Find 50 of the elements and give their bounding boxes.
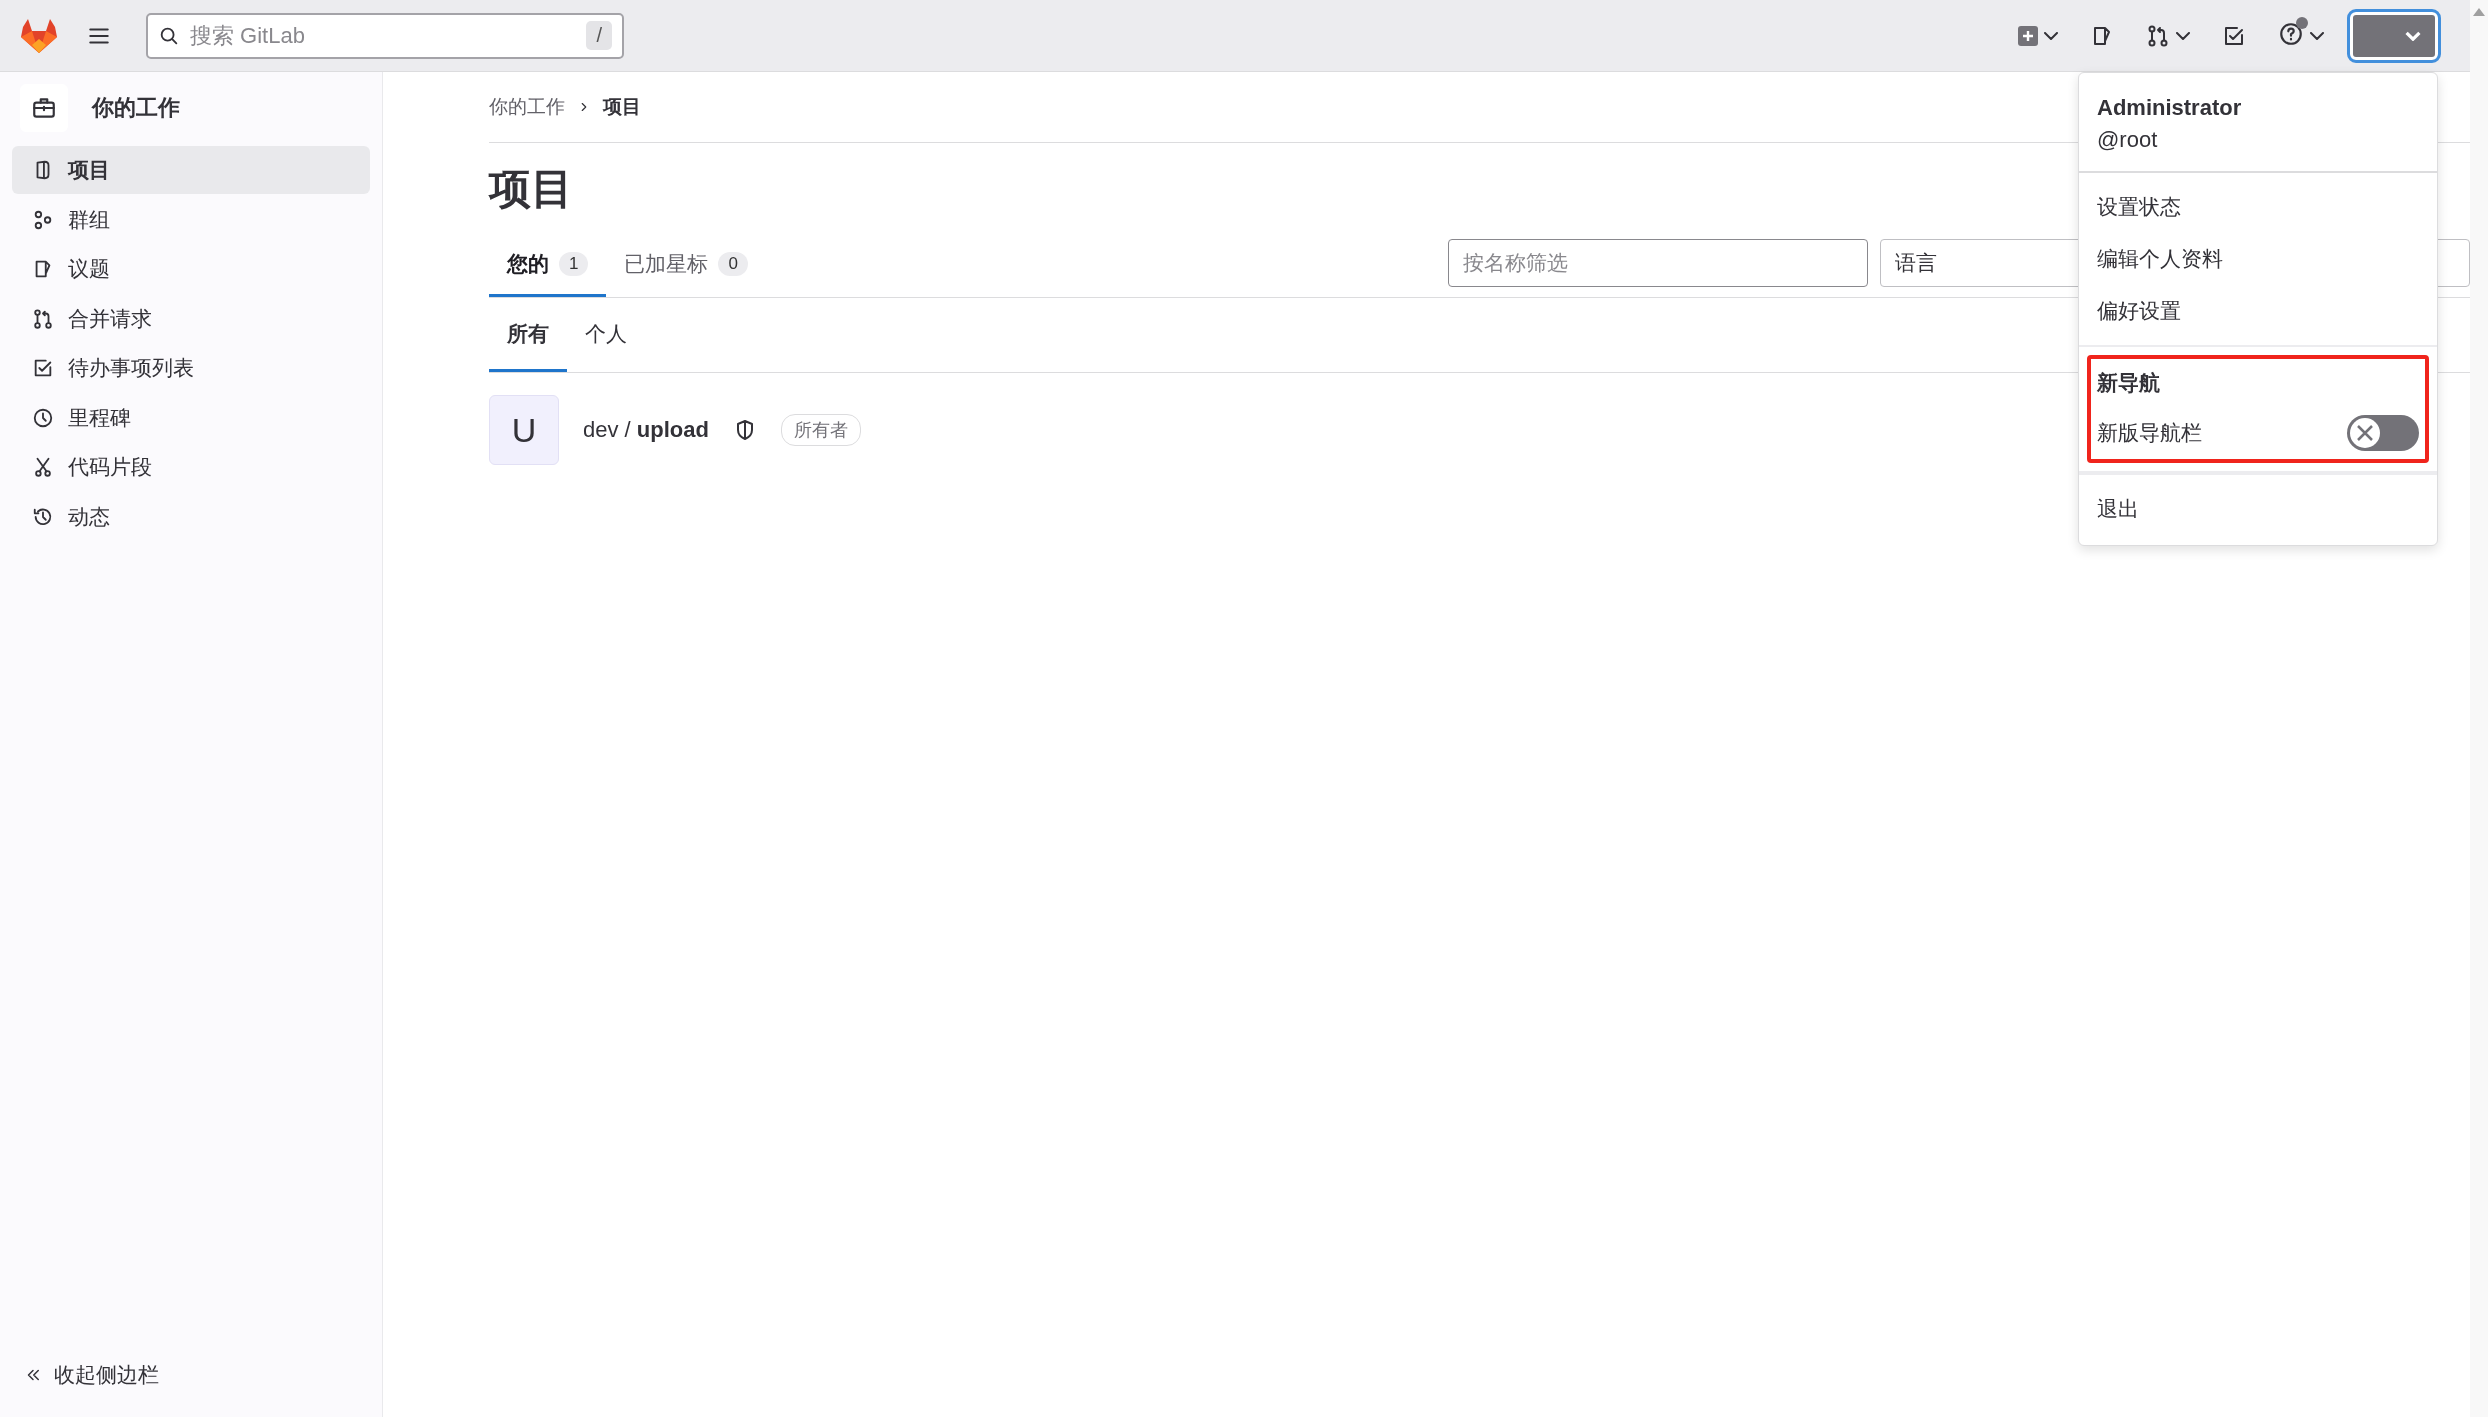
merge-request-icon	[2146, 23, 2170, 48]
briefcase-lines	[31, 95, 57, 121]
plus-icon	[2018, 25, 2038, 46]
group-icon	[32, 208, 54, 231]
breadcrumb-link[interactable]: 项目	[603, 94, 641, 120]
chevron-icon	[2405, 30, 2421, 41]
sidebar-item[interactable]: 代码片段	[12, 443, 370, 491]
sidebar-item[interactable]: 动态	[12, 492, 370, 541]
menu-item[interactable]: 偏好设置	[2079, 285, 2437, 337]
count-badge: 1	[559, 252, 589, 276]
sidebar-title: 你的工作	[92, 94, 180, 122]
project-avatar[interactable]: U	[489, 395, 559, 465]
user-name: Administrator	[2097, 95, 2243, 121]
sign-out-item[interactable]: 退出	[2079, 473, 2437, 545]
close-icon	[2357, 425, 2373, 441]
toggle-switch[interactable]	[2347, 415, 2419, 451]
chevron-icon	[2044, 31, 2058, 40]
page-title: 项目	[489, 164, 573, 214]
tab[interactable]: 您的 1	[489, 234, 607, 297]
menu-item[interactable]: 设置状态	[2079, 181, 2437, 233]
chevron-icon	[2176, 31, 2190, 40]
sidebar-item[interactable]: 里程碑	[12, 393, 370, 442]
count-badge: 0	[718, 252, 748, 276]
sidebar-item[interactable]: 群组	[12, 195, 370, 244]
username: @root	[2097, 127, 2159, 153]
chevron-icon	[2310, 31, 2324, 40]
collapse-sidebar-link[interactable]: 收起侧边栏	[12, 1361, 370, 1409]
breadcrumb-link[interactable]: 你的工作	[489, 94, 565, 120]
user-avatar-button[interactable]	[2350, 11, 2438, 60]
filter-tab[interactable]: 个人	[567, 299, 645, 372]
help-icon	[2278, 21, 2304, 47]
toggle-label: 新版导航栏	[2097, 420, 2202, 446]
project-link[interactable]: dev / upload	[583, 417, 709, 443]
sidebar-item[interactable]: 待办事项列表	[12, 344, 370, 392]
scrollbar[interactable]	[2470, 0, 2488, 1417]
role-badge: 所有者	[780, 414, 861, 446]
scissors-icon	[32, 456, 54, 478]
shortcut-key: /	[586, 20, 612, 50]
clock-icon	[32, 406, 54, 429]
tab[interactable]: 已加星标 0	[606, 234, 766, 297]
sidebar-item[interactable]: 项目	[12, 146, 370, 194]
filter-tab[interactable]: 所有	[489, 299, 567, 372]
sidebar-item[interactable]: 合并请求	[12, 294, 370, 343]
logo-icon[interactable]	[20, 18, 58, 53]
section-title: 新导航	[2097, 370, 2161, 396]
todo-icon	[32, 357, 54, 379]
sidebar-item[interactable]: 议题	[12, 245, 370, 293]
menu-item[interactable]: 编辑个人资料	[2079, 233, 2437, 285]
filter-field[interactable]: 按名称筛选	[1448, 239, 1868, 287]
merge-request-icon	[32, 307, 54, 330]
